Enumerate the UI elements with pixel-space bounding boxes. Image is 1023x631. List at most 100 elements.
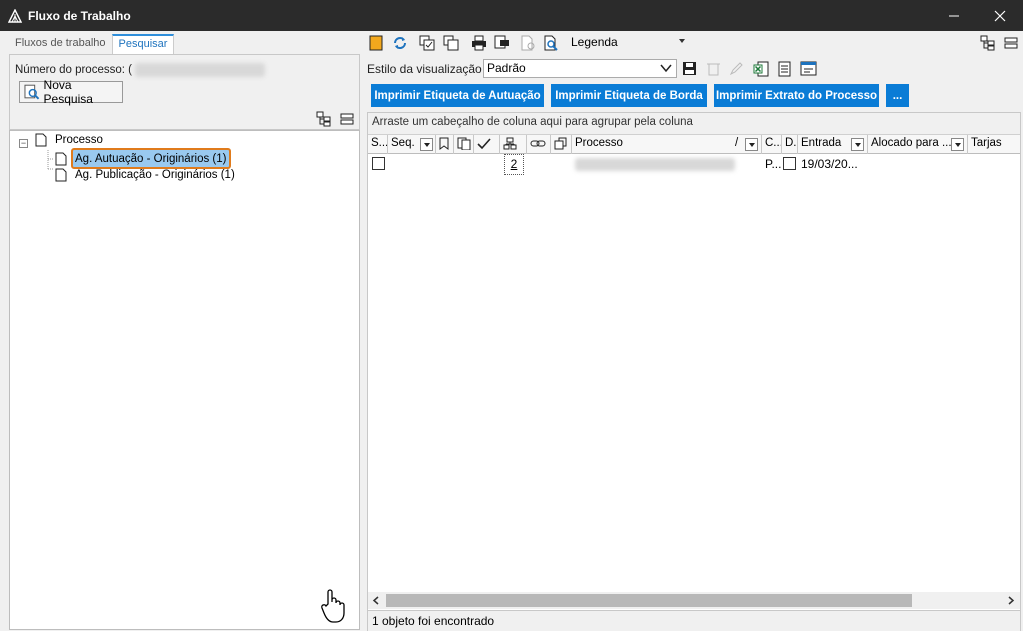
chevron-down-icon <box>660 64 672 73</box>
report-icon[interactable] <box>777 61 792 77</box>
seq-filter-dropdown[interactable] <box>420 138 433 151</box>
left-panel: Fluxos de trabalho Pesquisar Número do p… <box>5 31 361 631</box>
tree-lines <box>47 150 53 170</box>
copy-icon[interactable] <box>443 35 459 51</box>
process-number-redacted <box>135 63 265 77</box>
column-header-attachments[interactable] <box>551 135 572 154</box>
list-view-icon[interactable] <box>1003 35 1019 51</box>
tab-fluxos-de-trabalho[interactable]: Fluxos de trabalho <box>9 34 112 54</box>
document-icon <box>55 168 67 182</box>
tree-toolbar <box>9 108 360 130</box>
horizontal-scrollbar[interactable] <box>368 592 1020 609</box>
tab-pesquisar[interactable]: Pesquisar <box>111 34 175 54</box>
bookmark-icon <box>439 137 449 150</box>
minimize-button[interactable] <box>931 0 977 31</box>
hierarchy-icon <box>503 137 517 150</box>
imprimir-etiqueta-autuacao-button[interactable]: Imprimir Etiqueta de Autuação <box>371 84 544 107</box>
column-header-s[interactable]: S... <box>368 135 388 154</box>
chevron-down-icon[interactable] <box>679 39 685 43</box>
hierarchy-count-link[interactable]: 2 <box>504 154 524 175</box>
print-preview-icon[interactable] <box>494 35 510 51</box>
title-bar: Fluxo de Trabalho <box>0 0 1023 31</box>
select-all-icon[interactable] <box>419 35 435 51</box>
alocado-filter-dropdown[interactable] <box>951 138 964 151</box>
imprimir-etiqueta-borda-button[interactable]: Imprimir Etiqueta de Borda <box>551 84 707 107</box>
left-tabs: Fluxos de trabalho Pesquisar <box>9 34 175 54</box>
entrada-filter-dropdown[interactable] <box>851 138 864 151</box>
edit-icon <box>729 62 743 76</box>
imprimir-extrato-processo-button[interactable]: Imprimir Extrato do Processo <box>714 84 879 107</box>
process-grid: Arraste um cabeçalho de coluna aqui para… <box>367 112 1021 631</box>
cell-c: P... <box>765 157 782 171</box>
grid-header: S... Seq. Processo / C... D. Entrada Aloc… <box>368 135 1020 154</box>
group-by-area[interactable]: Arraste um cabeçalho de coluna aqui para… <box>368 113 1020 135</box>
view-style-label: Estilo da visualização <box>367 62 482 76</box>
process-number-redacted <box>575 158 735 171</box>
print-icon[interactable] <box>471 35 487 51</box>
tree-node-processo[interactable]: Processo <box>35 133 103 147</box>
document-icon <box>55 152 67 165</box>
column-header-processo-label: Processo <box>575 137 623 149</box>
tree-node-ag-autuacao[interactable]: Ag. Autuação - Originários (1) <box>55 148 231 169</box>
search-icon <box>24 84 40 100</box>
column-header-link[interactable] <box>527 135 551 154</box>
column-header-c[interactable]: C... <box>762 135 782 154</box>
excel-export-icon[interactable] <box>753 61 769 77</box>
more-actions-button[interactable]: ... <box>886 84 909 107</box>
close-button[interactable] <box>977 0 1023 31</box>
search-panel: Número do processo: ( Nova Pesquisa <box>9 54 360 109</box>
column-header-seq-label: Seq. <box>391 137 415 149</box>
legend-dropdown[interactable]: Legenda <box>571 35 618 49</box>
minimize-icon <box>949 15 959 16</box>
checkmark-icon <box>477 138 491 150</box>
view-style-value: Padrão <box>487 61 526 75</box>
document-search-icon[interactable] <box>543 35 559 51</box>
tree-node-ag-publicacao[interactable]: Ag. Publicação - Originários (1) <box>55 168 235 182</box>
link-icon <box>530 140 546 147</box>
app-logo-icon <box>8 8 22 23</box>
row-d-checkbox[interactable] <box>783 157 796 170</box>
cell-entrada: 19/03/20... <box>801 157 858 171</box>
column-header-bookmark[interactable] <box>436 135 454 154</box>
process-number-label: Número do processo: ( <box>15 64 132 76</box>
column-header-entrada-label: Entrada <box>801 137 842 149</box>
window-title: Fluxo de Trabalho <box>28 8 131 23</box>
view-style-select[interactable]: Padrão <box>483 59 677 78</box>
documents-icon <box>457 137 471 151</box>
status-bar: 1 objeto foi encontrado <box>368 610 1020 631</box>
refresh-icon[interactable] <box>392 35 408 51</box>
right-panel: Legenda Estilo da visualização Padrão Im… <box>366 31 1023 631</box>
tree-node-label: Processo <box>55 134 103 146</box>
delete-icon <box>707 63 720 76</box>
table-row[interactable]: 2 P... 19/03/20... <box>368 154 1020 177</box>
note-icon[interactable] <box>369 35 383 51</box>
row-select-checkbox[interactable] <box>372 157 385 170</box>
scrollbar-thumb[interactable] <box>386 594 912 607</box>
nova-pesquisa-button[interactable]: Nova Pesquisa <box>19 78 123 106</box>
main-toolbar: Legenda <box>366 31 1023 55</box>
column-header-check[interactable] <box>474 135 500 154</box>
processo-filter-dropdown[interactable] <box>745 138 758 151</box>
tree-node-label: Ag. Autuação - Originários (1) <box>71 148 231 169</box>
nova-pesquisa-label: Nova Pesquisa <box>43 78 93 106</box>
window-config-icon[interactable] <box>800 61 817 77</box>
column-header-tarjas[interactable]: Tarjas <box>968 135 1020 154</box>
tree-node-label: Ag. Publicação - Originários (1) <box>75 169 235 181</box>
scroll-right-icon[interactable] <box>1007 596 1015 605</box>
process-tree: − Processo Ag. Autuação - Originários (1… <box>9 130 360 630</box>
column-header-d[interactable]: D. <box>782 135 798 154</box>
attachment-icon <box>554 137 567 150</box>
tree-collapse-icon[interactable] <box>339 111 355 127</box>
document-icon <box>35 133 47 147</box>
column-header-hierarchy[interactable] <box>500 135 527 154</box>
close-icon <box>994 10 1006 21</box>
column-header-documents[interactable] <box>454 135 474 154</box>
sort-indicator: / <box>735 137 739 149</box>
document-lock-icon <box>521 35 535 51</box>
hand-cursor-icon <box>321 589 345 623</box>
column-header-processo[interactable]: Processo / <box>572 135 762 154</box>
save-icon[interactable] <box>682 61 697 76</box>
tree-expand-icon[interactable] <box>316 111 332 127</box>
scroll-left-icon[interactable] <box>372 596 380 605</box>
tree-view-icon[interactable] <box>980 35 996 51</box>
